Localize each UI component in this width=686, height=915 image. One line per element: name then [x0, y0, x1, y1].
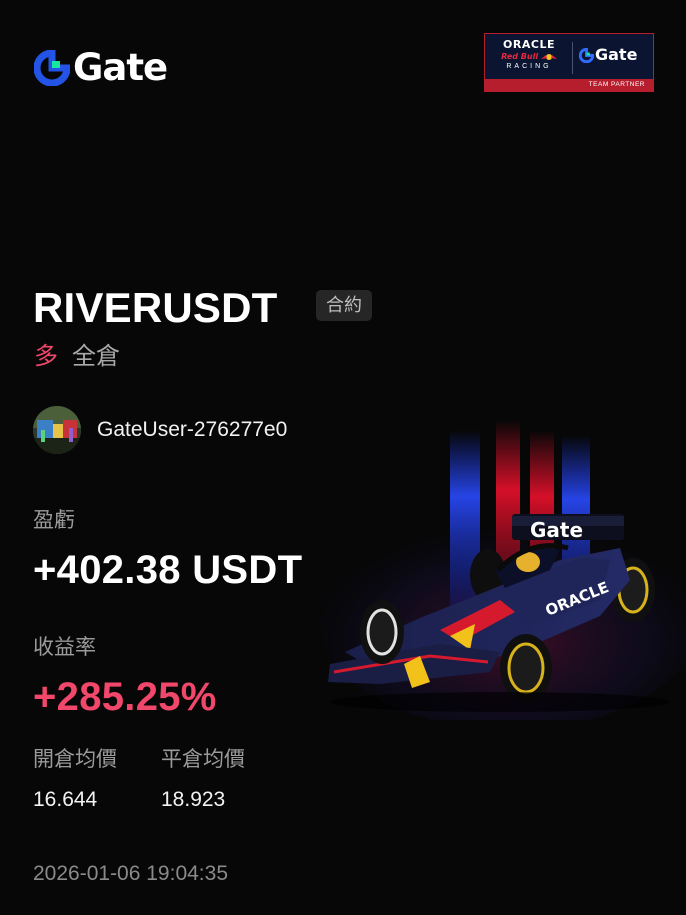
f1-car-image: Gate ORACLE [320, 420, 686, 720]
partner-divider [572, 42, 573, 74]
brand-name: Gate [73, 46, 168, 89]
open-price-value: 16.644 [33, 788, 98, 811]
pnl-value: +402.38 USDT [33, 548, 303, 592]
username: GateUser-276277e0 [97, 418, 288, 441]
car-livery-text: Gate [530, 518, 583, 542]
avatar [33, 406, 81, 454]
contract-symbol: RIVERUSDT [33, 284, 278, 331]
gate-logo: Gate [34, 46, 168, 89]
timestamp: 2026-01-06 19:04:35 [33, 862, 228, 885]
position-direction-row: 多全倉 [34, 340, 120, 372]
oracle-text: ORACLE [503, 38, 555, 51]
gate-logo-icon [34, 50, 70, 86]
partner-gate-text: Gate [595, 45, 638, 64]
direction-long: 多 [34, 342, 58, 370]
contract-type-badge: 合約 [316, 290, 372, 321]
avatar-image [33, 406, 81, 454]
redbull-text: Red Bull [491, 51, 567, 62]
team-partner-badge: ORACLE Red Bull RACING Gate TEAM PARTNER [484, 33, 654, 92]
roi-label: 收益率 [33, 635, 96, 659]
roi-value: +285.25% [33, 675, 217, 719]
bull-icon [540, 53, 557, 60]
partner-gate-logo: Gate [579, 46, 637, 64]
team-partner-strip: TEAM PARTNER [485, 79, 653, 91]
share-card: Gate ORACLE Red Bull RACING Gate TEAM PA… [0, 0, 686, 915]
racing-text: RACING [506, 63, 552, 70]
pnl-label: 盈虧 [33, 508, 75, 532]
close-price-label: 平倉均價 [161, 747, 245, 771]
oracle-redbull-logo: ORACLE Red Bull RACING [491, 39, 567, 71]
gate-logo-icon [579, 47, 594, 63]
user-row: GateUser-276277e0 [33, 406, 287, 454]
close-price-value: 18.923 [161, 788, 226, 811]
open-price-label: 開倉均價 [33, 747, 117, 771]
margin-mode: 全倉 [72, 342, 120, 370]
